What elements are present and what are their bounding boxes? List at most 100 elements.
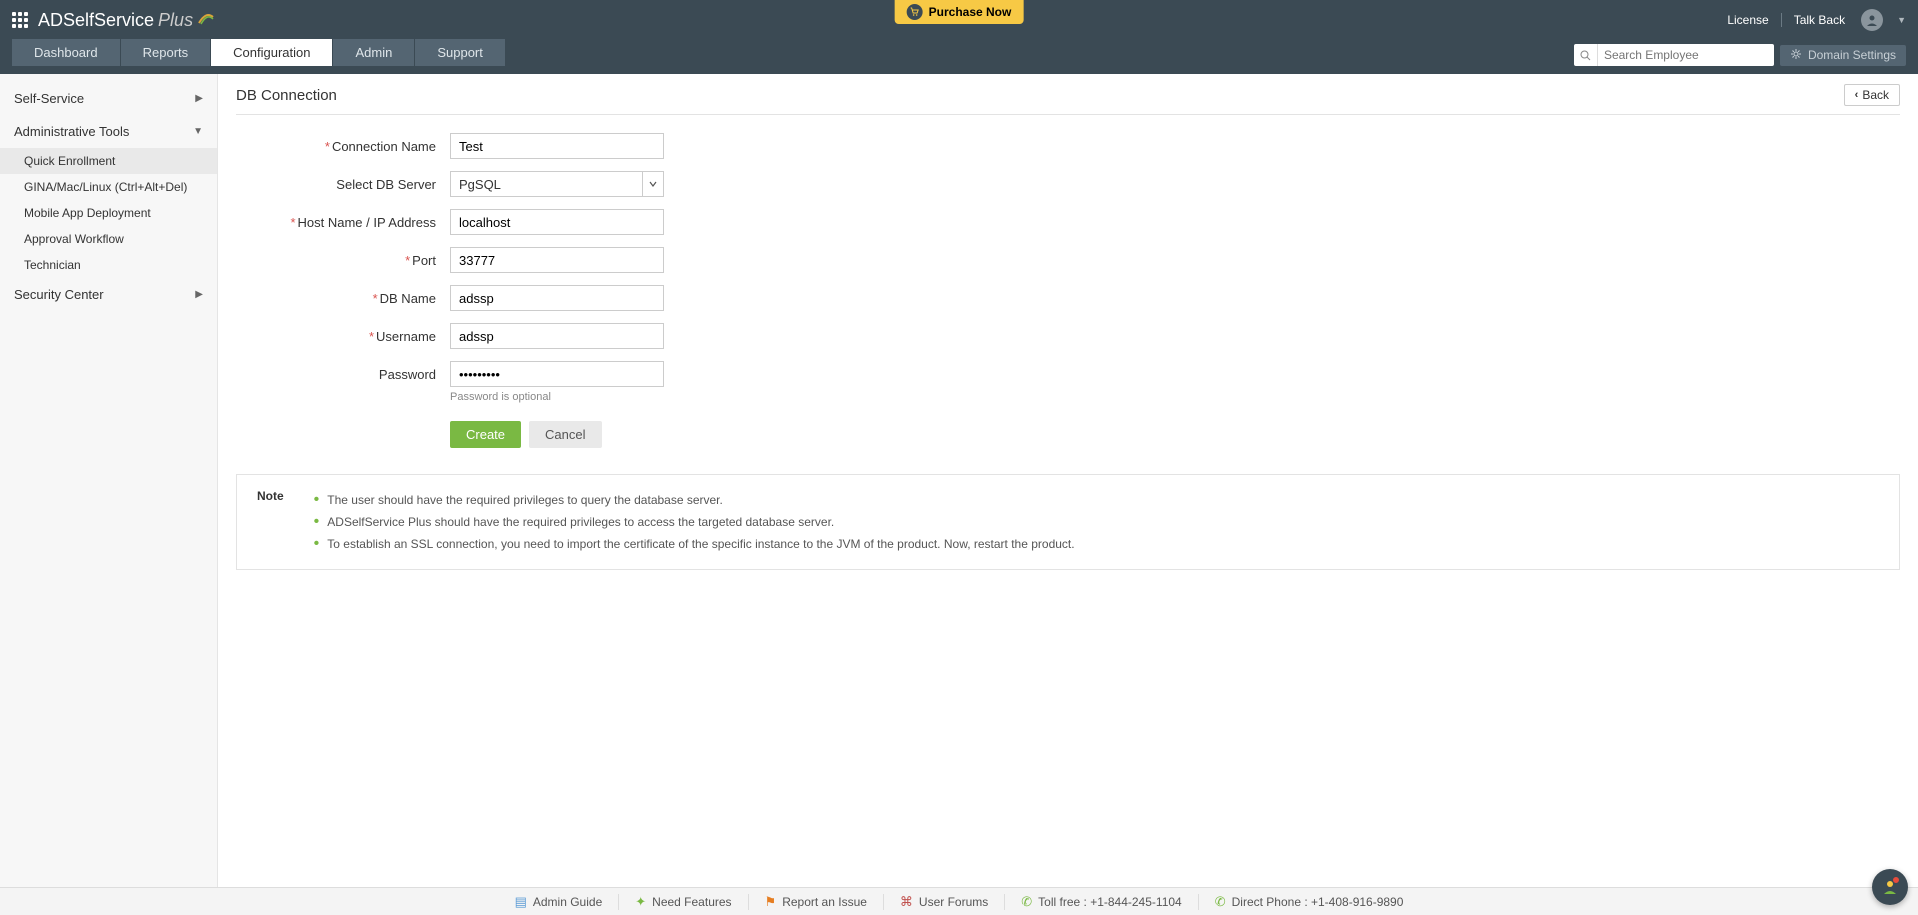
gear-icon <box>1790 48 1802 63</box>
chat-fab[interactable] <box>1872 869 1908 905</box>
search-input[interactable] <box>1598 48 1774 62</box>
footer-report-issue[interactable]: ⚑ Report an Issue <box>749 894 884 910</box>
purchase-now-button[interactable]: Purchase Now <box>895 0 1024 24</box>
sidebar-approval-workflow[interactable]: Approval Workflow <box>0 226 217 252</box>
sidebar-admin-tools[interactable]: Administrative Tools ▼ <box>0 115 217 148</box>
notification-dot-icon <box>1892 876 1900 884</box>
page-title-row: DB Connection ‹ Back <box>236 84 1900 115</box>
sidebar-item-label: Security Center <box>14 287 104 302</box>
domain-settings-label: Domain Settings <box>1808 48 1896 62</box>
sidebar-self-service[interactable]: Self-Service ▶ <box>0 82 217 115</box>
required-mark: * <box>373 291 378 306</box>
db-connection-form: *Connection Name Select DB Server PgSQL … <box>236 133 1900 448</box>
back-label: Back <box>1862 88 1889 102</box>
domain-settings-button[interactable]: Domain Settings <box>1780 45 1906 66</box>
row-select-db: Select DB Server PgSQL <box>276 171 1900 197</box>
note-label: Note <box>257 489 284 555</box>
user-avatar-icon[interactable] <box>1861 9 1883 31</box>
chevron-right-icon: ▶ <box>195 289 203 300</box>
note-item: The user should have the required privil… <box>314 489 1075 511</box>
page-title: DB Connection <box>236 87 337 104</box>
footer: ▤ Admin Guide ✦ Need Features ⚑ Report a… <box>0 887 1918 915</box>
chevron-left-icon: ‹ <box>1855 89 1859 101</box>
users-icon: ⌘ <box>900 894 913 910</box>
row-port: *Port <box>276 247 1900 273</box>
sidebar-gina[interactable]: GINA/Mac/Linux (Ctrl+Alt+Del) <box>0 174 217 200</box>
select-db-dropdown-button[interactable] <box>642 171 664 197</box>
content: DB Connection ‹ Back *Connection Name Se… <box>218 74 1918 897</box>
input-password[interactable] <box>450 361 664 387</box>
required-mark: * <box>325 139 330 154</box>
create-button[interactable]: Create <box>450 421 521 448</box>
select-db-value: PgSQL <box>450 171 642 197</box>
input-db-name[interactable] <box>450 285 664 311</box>
app-logo[interactable]: ADSelfService Plus <box>38 9 215 32</box>
book-icon: ▤ <box>515 894 527 910</box>
sidebar-quick-enrollment[interactable]: Quick Enrollment <box>0 148 217 174</box>
note-list: The user should have the required privil… <box>314 489 1075 555</box>
app-name: ADSelfService <box>38 10 154 31</box>
chevron-down-icon <box>648 179 658 189</box>
sidebar: Self-Service ▶ Administrative Tools ▼ Qu… <box>0 74 218 897</box>
label-port: *Port <box>276 253 436 268</box>
logo-swoosh-icon <box>197 9 215 32</box>
top-right-links: License Talk Back ▼ <box>1727 9 1906 31</box>
app-name-suffix: Plus <box>158 10 193 31</box>
phone-icon: ✆ <box>1215 894 1226 910</box>
input-connection-name[interactable] <box>450 133 664 159</box>
required-mark: * <box>290 215 295 230</box>
row-username: *Username <box>276 323 1900 349</box>
note-box: Note The user should have the required p… <box>236 474 1900 570</box>
form-buttons: Create Cancel <box>450 421 1900 448</box>
talk-back-link[interactable]: Talk Back <box>1794 13 1845 27</box>
row-password: Password <box>276 361 1900 387</box>
footer-admin-guide[interactable]: ▤ Admin Guide <box>499 894 620 910</box>
label-db-name: *DB Name <box>276 291 436 306</box>
cart-icon <box>907 4 923 20</box>
main-wrap: Self-Service ▶ Administrative Tools ▼ Qu… <box>0 74 1918 897</box>
chat-icon <box>1880 876 1900 899</box>
required-mark: * <box>369 329 374 344</box>
sidebar-technician[interactable]: Technician <box>0 252 217 278</box>
password-hint: Password is optional <box>450 391 1900 403</box>
cancel-button[interactable]: Cancel <box>529 421 601 448</box>
input-host[interactable] <box>450 209 664 235</box>
sidebar-item-label: Administrative Tools <box>14 124 129 139</box>
row-connection-name: *Connection Name <box>276 133 1900 159</box>
note-item: ADSelfService Plus should have the requi… <box>314 511 1075 533</box>
footer-direct-phone[interactable]: ✆ Direct Phone : +1-408-916-9890 <box>1199 894 1420 910</box>
phone-icon: ✆ <box>1021 894 1032 910</box>
label-connection-name: *Connection Name <box>276 139 436 154</box>
sidebar-item-label: Self-Service <box>14 91 84 106</box>
footer-need-features[interactable]: ✦ Need Features <box>619 894 748 910</box>
required-mark: * <box>405 253 410 268</box>
app-grid-icon[interactable] <box>12 12 28 28</box>
chevron-right-icon: ▶ <box>195 93 203 104</box>
lightbulb-icon: ✦ <box>635 894 646 910</box>
label-select-db: Select DB Server <box>276 177 436 192</box>
tab-reports[interactable]: Reports <box>121 39 211 66</box>
label-username: *Username <box>276 329 436 344</box>
footer-toll-free[interactable]: ✆ Toll free : +1-844-245-1104 <box>1005 894 1198 910</box>
top-header: ADSelfService Plus Purchase Now License … <box>0 0 1918 40</box>
tab-configuration[interactable]: Configuration <box>211 39 332 66</box>
input-username[interactable] <box>450 323 664 349</box>
input-port[interactable] <box>450 247 664 273</box>
select-db-server[interactable]: PgSQL <box>450 171 664 197</box>
tab-support[interactable]: Support <box>415 39 505 66</box>
sidebar-security-center[interactable]: Security Center ▶ <box>0 278 217 311</box>
row-host: *Host Name / IP Address <box>276 209 1900 235</box>
search-box[interactable] <box>1574 44 1774 66</box>
flag-icon: ⚑ <box>765 894 777 910</box>
note-item: To establish an SSL connection, you need… <box>314 533 1075 555</box>
sidebar-mobile-deployment[interactable]: Mobile App Deployment <box>0 200 217 226</box>
user-dropdown-caret-icon[interactable]: ▼ <box>1897 15 1906 25</box>
footer-user-forums[interactable]: ⌘ User Forums <box>884 894 1005 910</box>
tab-admin[interactable]: Admin <box>333 39 414 66</box>
search-icon <box>1574 44 1598 66</box>
purchase-label: Purchase Now <box>929 5 1012 19</box>
label-host: *Host Name / IP Address <box>276 215 436 230</box>
back-button[interactable]: ‹ Back <box>1844 84 1900 106</box>
tab-dashboard[interactable]: Dashboard <box>12 39 120 66</box>
license-link[interactable]: License <box>1727 13 1768 27</box>
